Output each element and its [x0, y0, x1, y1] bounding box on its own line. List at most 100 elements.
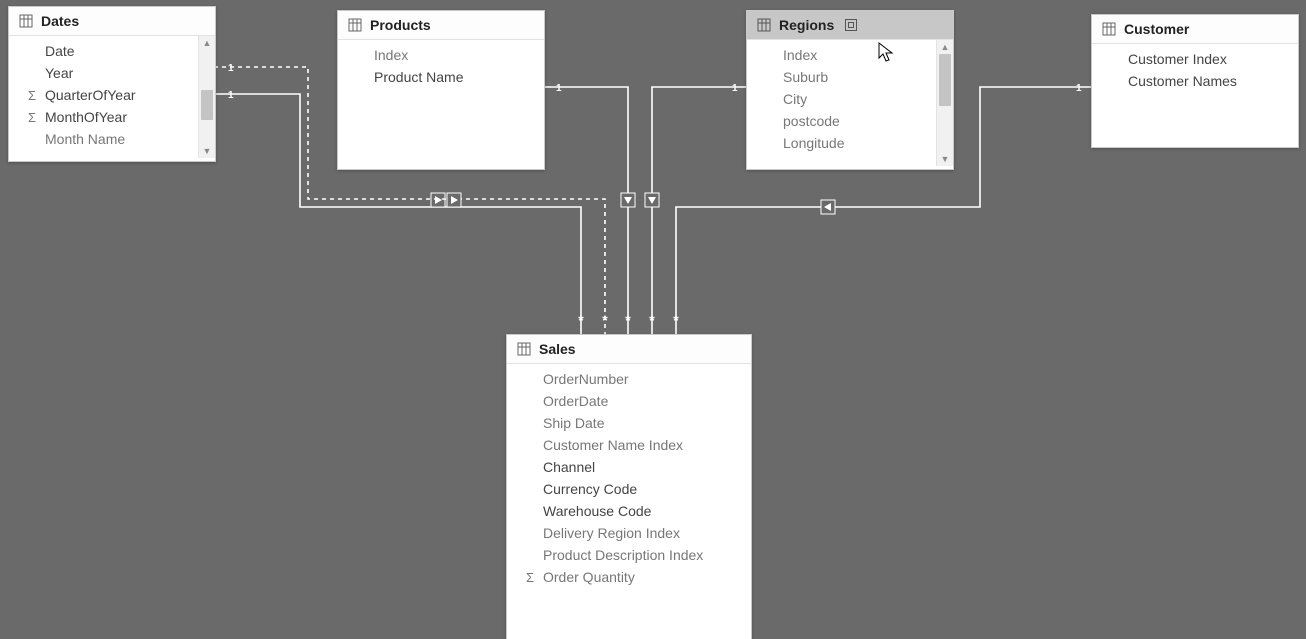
- filter-direction-icon: [431, 193, 445, 207]
- field-item[interactable]: Date: [9, 40, 215, 62]
- table-title: Products: [370, 17, 431, 33]
- scroll-thumb[interactable]: [939, 54, 951, 106]
- relationship-regions-sales[interactable]: 1*: [645, 83, 746, 334]
- field-list[interactable]: Date Year Σ QuarterOfYear Σ MonthOfYear Month …: [9, 36, 215, 158]
- field-item[interactable]: Product Name: [338, 66, 544, 88]
- field-item[interactable]: Warehouse Code: [507, 500, 751, 522]
- table-header[interactable]: Customer: [1092, 15, 1298, 44]
- table-icon: [517, 342, 531, 356]
- scroll-down-icon[interactable]: ▼: [937, 152, 953, 166]
- field-list[interactable]: OrderNumber OrderDate Ship Date Customer Na…: [507, 364, 751, 637]
- field-label: MonthOfYear: [45, 109, 127, 125]
- table-sales[interactable]: Sales OrderNumber OrderDate Ship Date Custo…: [506, 334, 752, 639]
- field-item[interactable]: OrderNumber: [507, 368, 751, 390]
- scroll-down-icon[interactable]: ▼: [199, 144, 215, 158]
- table-products[interactable]: Products Index Product Name: [337, 10, 545, 170]
- table-header[interactable]: Sales: [507, 335, 751, 364]
- table-customer[interactable]: Customer Customer Index Customer Names: [1091, 14, 1299, 148]
- filter-direction-icon: [621, 193, 635, 207]
- filter-direction-icon: [645, 193, 659, 207]
- table-title: Dates: [41, 13, 79, 29]
- cardinality-many-label: *: [578, 312, 584, 328]
- cardinality-many-label: *: [673, 312, 679, 328]
- filter-direction-icon: [821, 200, 835, 214]
- storage-mode-icon: [844, 18, 858, 32]
- cardinality-many-label: *: [602, 312, 608, 328]
- scroll-thumb[interactable]: [201, 90, 213, 120]
- field-label: Customer Name Index: [543, 437, 683, 453]
- table-header[interactable]: Products: [338, 11, 544, 40]
- field-label: Month Name: [45, 131, 125, 147]
- field-item[interactable]: Σ Order Quantity: [507, 566, 751, 588]
- field-label: Longitude: [783, 135, 845, 151]
- sigma-icon: Σ: [23, 110, 41, 125]
- field-item[interactable]: Ship Date: [507, 412, 751, 434]
- relationship-products-sales[interactable]: 1*: [543, 83, 635, 334]
- table-icon: [348, 18, 362, 32]
- field-item[interactable]: Suburb: [747, 66, 953, 88]
- field-item[interactable]: Customer Name Index: [507, 434, 751, 456]
- sigma-icon: Σ: [23, 88, 41, 103]
- scrollbar[interactable]: ▲ ▼: [936, 40, 953, 166]
- cardinality-one-label: 1: [228, 90, 234, 101]
- field-item[interactable]: Month Name: [9, 128, 215, 150]
- field-item[interactable]: City: [747, 88, 953, 110]
- filter-direction-icon: [447, 193, 461, 207]
- field-item[interactable]: Σ QuarterOfYear: [9, 84, 215, 106]
- table-header[interactable]: Dates: [9, 7, 215, 36]
- table-title: Sales: [539, 341, 576, 357]
- scroll-up-icon[interactable]: ▲: [199, 36, 215, 50]
- field-label: Date: [45, 43, 75, 59]
- field-label: Product Name: [374, 69, 463, 85]
- field-item[interactable]: Channel: [507, 456, 751, 478]
- table-header[interactable]: Regions: [747, 11, 953, 40]
- field-label: Ship Date: [543, 415, 604, 431]
- cardinality-one-label: 1: [1076, 83, 1082, 94]
- table-icon: [19, 14, 33, 28]
- field-item[interactable]: Customer Index: [1092, 48, 1298, 70]
- field-item[interactable]: Σ MonthOfYear: [9, 106, 215, 128]
- field-label: Customer Index: [1128, 51, 1227, 67]
- field-label: Warehouse Code: [543, 503, 651, 519]
- table-dates[interactable]: Dates Date Year Σ QuarterOfYear Σ MonthOfYear…: [8, 6, 216, 162]
- table-title: Regions: [779, 17, 834, 33]
- scrollbar[interactable]: ▲ ▼: [198, 36, 215, 158]
- field-label: Order Quantity: [543, 569, 635, 585]
- field-item[interactable]: Product Description Index: [507, 544, 751, 566]
- field-label: Index: [374, 47, 408, 63]
- field-label: Suburb: [783, 69, 828, 85]
- table-icon: [1102, 22, 1116, 36]
- field-item[interactable]: Index: [338, 44, 544, 66]
- cardinality-many-label: *: [649, 312, 655, 328]
- scroll-up-icon[interactable]: ▲: [937, 40, 953, 54]
- field-label: Year: [45, 65, 73, 81]
- field-item[interactable]: Longitude: [747, 132, 953, 154]
- field-item[interactable]: Currency Code: [507, 478, 751, 500]
- field-label: Currency Code: [543, 481, 637, 497]
- field-item[interactable]: Year: [9, 62, 215, 84]
- cardinality-one-label: 1: [556, 83, 562, 94]
- table-icon: [757, 18, 771, 32]
- field-label: Product Description Index: [543, 547, 703, 563]
- cardinality-one-label: 1: [732, 83, 738, 94]
- field-label: Channel: [543, 459, 595, 475]
- field-item[interactable]: postcode: [747, 110, 953, 132]
- table-regions[interactable]: Regions Index Suburb Citypostcode Longitude…: [746, 10, 954, 170]
- field-item[interactable]: OrderDate: [507, 390, 751, 412]
- field-label: OrderDate: [543, 393, 608, 409]
- table-title: Customer: [1124, 21, 1189, 37]
- cardinality-many-label: *: [625, 312, 631, 328]
- field-label: Index: [783, 47, 817, 63]
- field-item[interactable]: Customer Names: [1092, 70, 1298, 92]
- field-item[interactable]: Delivery Region Index: [507, 522, 751, 544]
- field-label: OrderNumber: [543, 371, 629, 387]
- field-label: Customer Names: [1128, 73, 1237, 89]
- field-item[interactable]: Index: [747, 44, 953, 66]
- sigma-icon: Σ: [521, 570, 539, 585]
- cardinality-one-label: 1: [228, 63, 234, 74]
- model-canvas[interactable]: 1*1*1*1*1* Dates DateYearΣQuarterOfYearΣ…: [0, 0, 1306, 639]
- field-list[interactable]: Index Suburb Citypostcode Longitude ▲ ▼: [747, 40, 953, 166]
- field-list[interactable]: Index Product Name: [338, 40, 544, 166]
- field-list[interactable]: Customer Index Customer Names: [1092, 44, 1298, 144]
- field-label: QuarterOfYear: [45, 87, 136, 103]
